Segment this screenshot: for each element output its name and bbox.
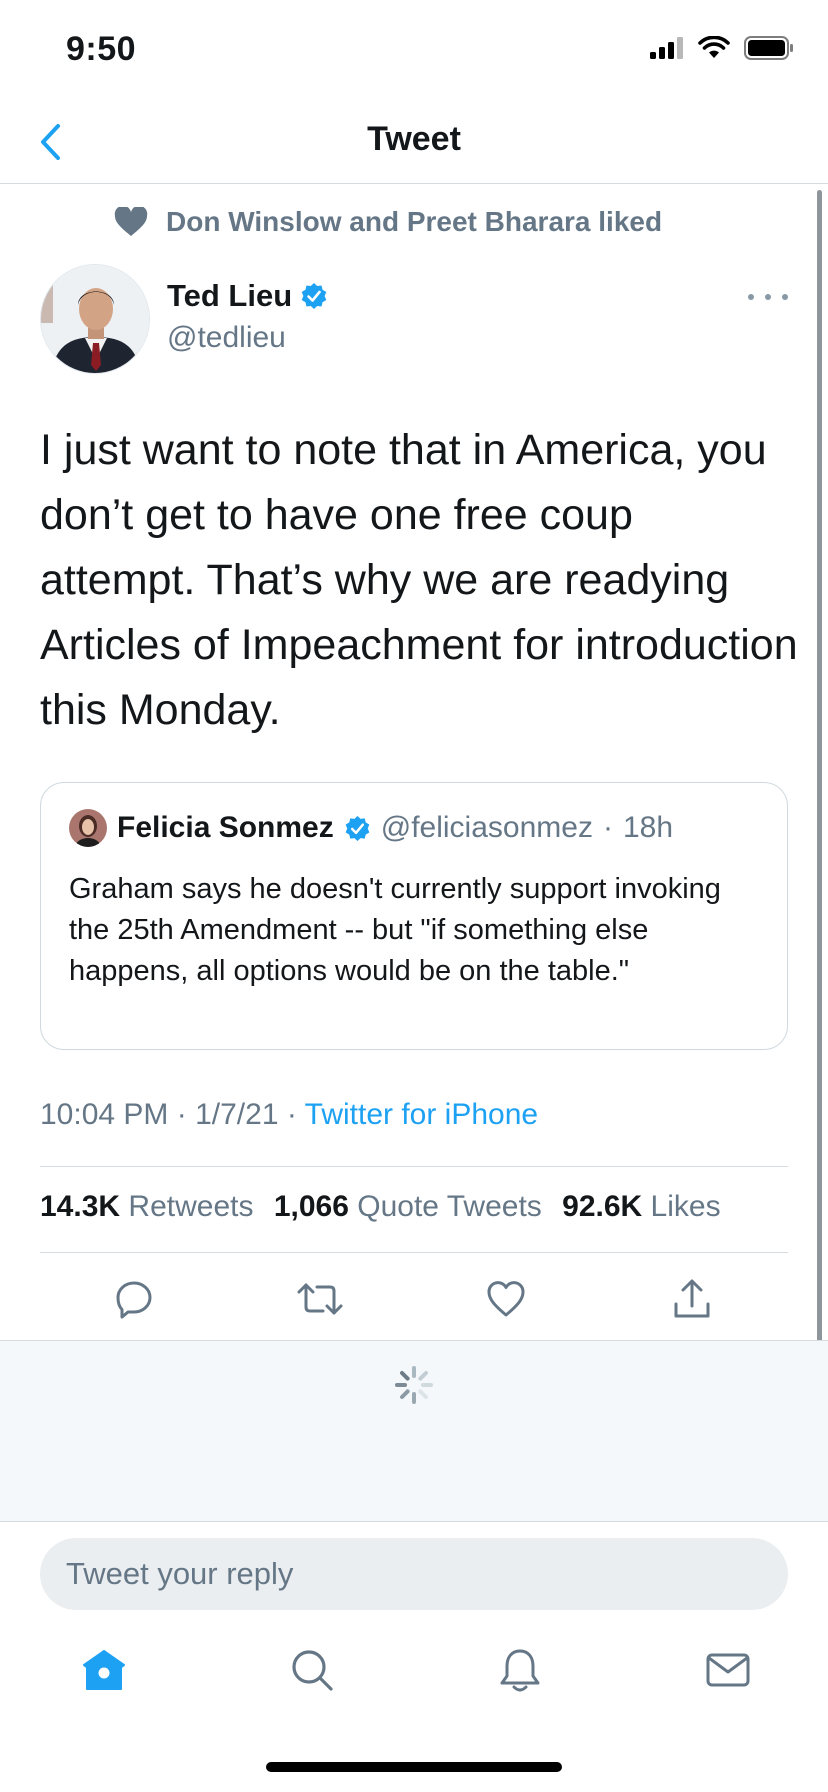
- more-dot-icon: [748, 294, 754, 300]
- home-indicator[interactable]: [266, 1762, 562, 1772]
- replies-loading-area: [0, 1340, 828, 1522]
- quote-tweets-count: 1,066: [273, 1190, 349, 1223]
- quoted-tweet-header: Felicia Sonmez @feliciasonmez · 18h: [69, 809, 673, 847]
- separator-dot: ·: [286, 1098, 305, 1131]
- retweets-count: 14.3K: [40, 1190, 121, 1223]
- engagement-stats: 14.3K Retweets 1,066 Quote Tweets 92.6K …: [40, 1190, 733, 1224]
- author-photo: [41, 265, 149, 373]
- status-icons: [650, 36, 794, 60]
- divider: [40, 1252, 788, 1253]
- quote-tweets-stat[interactable]: 1,066 Quote Tweets: [274, 1190, 542, 1223]
- battery-icon: [744, 36, 793, 60]
- tab-search[interactable]: [282, 1640, 342, 1700]
- home-icon: [83, 1650, 125, 1690]
- search-icon: [292, 1650, 333, 1691]
- reply-input[interactable]: Tweet your reply: [40, 1538, 788, 1610]
- tweet-source-link[interactable]: Twitter for iPhone: [305, 1098, 538, 1131]
- likes-stat[interactable]: 92.6K Likes: [562, 1190, 720, 1223]
- retweet-icon: [297, 1283, 343, 1315]
- tweet-date: 1/7/21: [195, 1098, 279, 1131]
- quoted-author-avatar: [69, 809, 107, 847]
- social-context-text: Don Winslow and Preet Bharara liked: [166, 206, 663, 237]
- quoted-author-handle: @feliciasonmez: [380, 811, 593, 844]
- quoted-tweet-card[interactable]: Felicia Sonmez @feliciasonmez · 18h Grah…: [40, 782, 788, 1050]
- author-name-row[interactable]: Ted Lieu: [167, 278, 328, 314]
- page-title: Tweet: [367, 120, 461, 158]
- wifi-icon: [698, 36, 730, 58]
- likes-count: 92.6K: [562, 1190, 643, 1223]
- like-button[interactable]: [481, 1274, 531, 1324]
- more-dot-icon: [782, 294, 788, 300]
- author-handle[interactable]: @tedlieu: [167, 321, 286, 355]
- reply-icon: [116, 1281, 152, 1319]
- share-icon: [674, 1279, 710, 1318]
- navigation-bar: Tweet: [0, 100, 828, 184]
- tab-bar: [0, 1640, 828, 1710]
- separator-dot: ·: [176, 1098, 196, 1131]
- divider: [40, 1166, 788, 1167]
- status-bar: 9:50: [0, 0, 828, 100]
- quote-tweets-label: Quote Tweets: [357, 1190, 542, 1223]
- separator-dot: ·: [602, 811, 613, 844]
- cellular-signal-icon: [650, 37, 683, 59]
- quoted-author-name: Felicia Sonmez: [117, 811, 334, 844]
- social-context: Don Winslow and Preet Bharara liked: [114, 206, 662, 238]
- author-name: Ted Lieu: [167, 278, 293, 313]
- more-options-button[interactable]: [748, 282, 788, 312]
- verified-badge-icon: [301, 283, 327, 309]
- tweet-actions: [0, 1274, 828, 1324]
- tweet-text: I just want to note that in America, you…: [40, 426, 798, 734]
- retweets-stat[interactable]: 14.3K Retweets: [40, 1190, 253, 1223]
- like-icon: [487, 1281, 525, 1317]
- quoted-tweet-text: Graham says he doesn't currently support…: [69, 873, 721, 987]
- tweet-time: 10:04 PM: [40, 1098, 169, 1131]
- more-dot-icon: [765, 294, 771, 300]
- retweets-label: Retweets: [128, 1190, 254, 1223]
- share-button[interactable]: [667, 1274, 717, 1324]
- loading-spinner-icon: [395, 1366, 433, 1404]
- tab-messages[interactable]: [698, 1640, 758, 1700]
- reply-button[interactable]: [109, 1274, 159, 1324]
- heart-filled-icon: [114, 207, 148, 236]
- tab-notifications[interactable]: [490, 1640, 550, 1700]
- quoted-author-photo: [69, 809, 107, 847]
- status-time: 9:50: [66, 30, 137, 68]
- tab-home[interactable]: [74, 1640, 134, 1700]
- author-avatar[interactable]: [40, 264, 150, 374]
- notifications-icon: [500, 1649, 540, 1692]
- messages-icon: [706, 1653, 750, 1687]
- quoted-tweet-age: 18h: [622, 811, 674, 844]
- likes-label: Likes: [650, 1190, 721, 1223]
- tweet-meta: 10:04 PM · 1/7/21 · Twitter for iPhone: [40, 1098, 538, 1132]
- retweet-button[interactable]: [295, 1274, 345, 1324]
- verified-badge-icon: [345, 815, 370, 841]
